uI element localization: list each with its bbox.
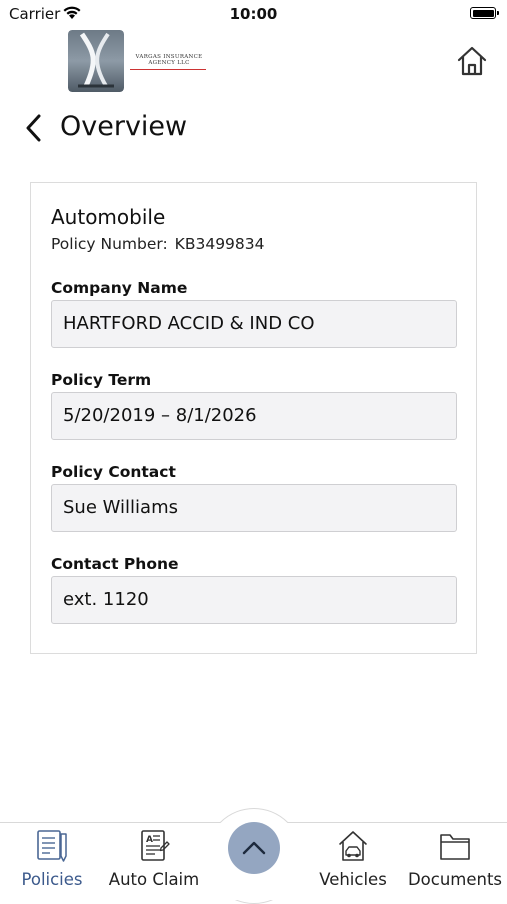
- tab-vehicles-label: Vehicles: [319, 870, 387, 889]
- policy-term-label: Policy Term: [51, 371, 152, 389]
- policy-number-value: KB3499834: [174, 235, 265, 253]
- contact-phone-label: Contact Phone: [51, 555, 179, 573]
- home-icon[interactable]: [455, 44, 489, 78]
- chevron-up-icon: [242, 841, 266, 855]
- agency-logo: VARGAS INSURANCE AGENCY LLC: [68, 30, 208, 94]
- policy-number-label: Policy Number:: [51, 235, 168, 253]
- vehicles-icon: [339, 831, 367, 861]
- tab-documents[interactable]: Documents: [406, 828, 504, 894]
- tab-policies[interactable]: Policies: [14, 828, 90, 894]
- company-name-field: HARTFORD ACCID & IND CO: [51, 300, 457, 348]
- policy-number: Policy Number: KB3499834: [51, 235, 265, 253]
- page-title: Overview: [60, 111, 188, 142]
- logo-mark-icon: [68, 30, 124, 92]
- expand-menu-button[interactable]: [228, 822, 280, 874]
- auto-claim-icon: A: [141, 830, 170, 861]
- tab-auto-claim-label: Auto Claim: [108, 870, 200, 889]
- battery-icon: [470, 7, 499, 19]
- logo-text: VARGAS INSURANCE AGENCY LLC: [132, 54, 206, 66]
- logo-text-line2: AGENCY LLC: [148, 60, 190, 66]
- policies-icon: [37, 830, 67, 862]
- tab-vehicles[interactable]: Vehicles: [312, 828, 394, 894]
- tab-auto-claim[interactable]: A Auto Claim: [106, 828, 202, 894]
- documents-icon: [440, 834, 470, 860]
- policy-card: Automobile Policy Number: KB3499834 Comp…: [30, 182, 477, 654]
- company-name-label: Company Name: [51, 279, 188, 297]
- tab-policies-label: Policies: [21, 870, 83, 889]
- contact-phone-field: ext. 1120: [51, 576, 457, 624]
- policy-term-field: 5/20/2019 – 8/1/2026: [51, 392, 457, 440]
- chevron-left-icon[interactable]: [22, 112, 46, 144]
- tab-documents-label: Documents: [407, 870, 503, 889]
- policy-contact-label: Policy Contact: [51, 463, 176, 481]
- policy-contact-field: Sue Williams: [51, 484, 457, 532]
- svg-text:A: A: [146, 835, 153, 845]
- policy-type: Automobile: [51, 205, 166, 229]
- status-time: 10:00: [229, 5, 278, 23]
- logo-divider: [130, 69, 206, 70]
- status-bar: Carrier 10:00: [0, 0, 507, 28]
